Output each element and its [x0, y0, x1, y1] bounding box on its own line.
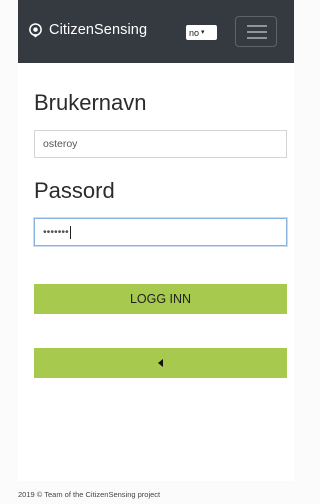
username-label: Brukernavn	[34, 90, 147, 115]
navbar: CitizenSensing no ▾	[18, 0, 294, 63]
language-select[interactable]: no ▾	[186, 25, 217, 40]
login-button[interactable]: LOGG INN	[34, 284, 287, 314]
password-value: •••••••	[43, 226, 69, 238]
language-value: no	[189, 27, 200, 38]
footer-text: 2019 © Team of the CitizenSensing projec…	[18, 490, 161, 499]
caret-left-icon	[158, 359, 163, 367]
hamburger-icon-bar-top	[247, 25, 267, 27]
menu-toggle-button[interactable]	[235, 16, 277, 47]
password-field[interactable]: •••••••	[34, 218, 287, 246]
username-field[interactable]: osteroy	[34, 130, 287, 158]
username-value: osteroy	[43, 138, 78, 150]
chevron-down-icon: ▾	[201, 29, 205, 36]
password-label: Passord	[34, 178, 115, 203]
login-card	[18, 63, 294, 481]
hamburger-icon-bar-bottom	[247, 37, 267, 39]
brand-name: CitizenSensing	[49, 22, 148, 38]
back-button[interactable]	[34, 348, 287, 378]
brand[interactable]: CitizenSensing	[28, 22, 147, 38]
location-pin-icon	[29, 22, 42, 38]
text-caret	[69, 225, 71, 239]
hamburger-icon-bar-middle	[247, 31, 267, 33]
